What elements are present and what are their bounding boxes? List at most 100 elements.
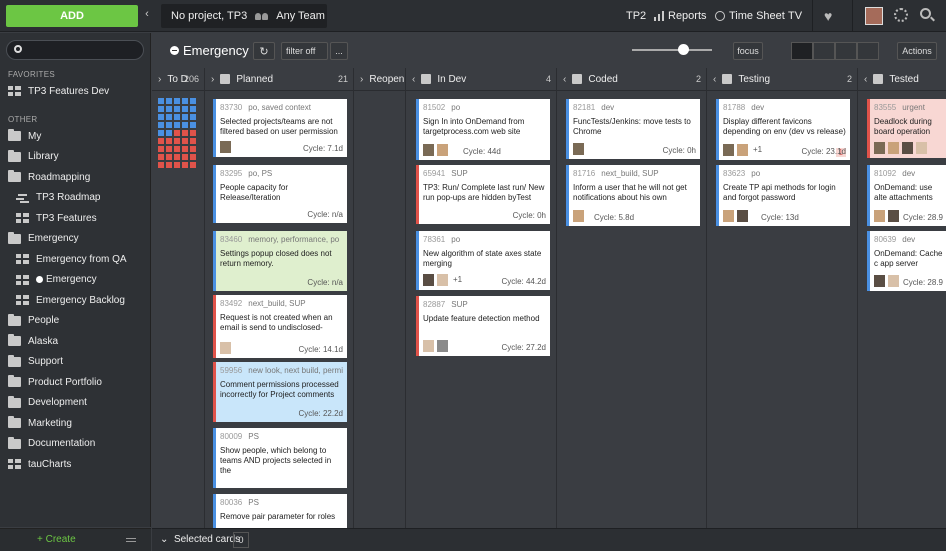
card-id: 80036: [220, 498, 243, 507]
folder-icon: [8, 129, 21, 141]
sidebar-item[interactable]: TP3 Features: [0, 208, 151, 228]
collapse-column-icon[interactable]: ›: [211, 74, 214, 85]
refresh-button[interactable]: ↻: [253, 42, 275, 60]
card-header: 83730 po, saved context: [220, 103, 344, 112]
column-header[interactable]: ‹ In Dev 4: [406, 68, 557, 91]
card[interactable]: 81788 dev Display different favicons depen…: [716, 99, 850, 160]
collapse-icon[interactable]: [126, 538, 136, 542]
column-header[interactable]: ‹ Coded 2: [557, 68, 707, 91]
collapse-column-icon[interactable]: ‹: [412, 74, 415, 85]
card[interactable]: 59956 new look, next build, permi Comment …: [213, 362, 347, 422]
details-view-button[interactable]: [835, 42, 857, 60]
sidebar-item[interactable]: My: [0, 126, 151, 146]
create-button[interactable]: + Create: [37, 534, 76, 545]
card-footer: Cycle: 44d: [423, 144, 546, 157]
card[interactable]: 83492 next_build, SUP Request is not creat…: [213, 295, 347, 358]
sidebar-item[interactable]: Emergency: [0, 270, 151, 290]
card[interactable]: 83295 po, PS People capacity for Release/I…: [213, 165, 347, 223]
sidebar-favorite-item[interactable]: TP3 Features Dev: [0, 81, 151, 101]
card[interactable]: 83623 po Create TP api methods for login a…: [716, 165, 850, 226]
focus-button[interactable]: focus: [733, 42, 763, 60]
heart-icon[interactable]: ♥: [824, 0, 832, 32]
column-select-checkbox[interactable]: [722, 74, 733, 84]
nav-reports[interactable]: Reports: [654, 0, 707, 32]
board-view-button[interactable]: [791, 42, 813, 60]
column-select-checkbox[interactable]: [572, 74, 583, 84]
sidebar-item[interactable]: Library: [0, 147, 151, 167]
card[interactable]: 83460 memory, performance, po Settings pop…: [213, 231, 347, 291]
filter-button[interactable]: filter off: [281, 42, 328, 60]
card[interactable]: 65941 SUP TP3: Run/ Complete last run/ New…: [416, 165, 550, 224]
column-header[interactable]: › Reopen: [354, 68, 406, 91]
card[interactable]: 78361 po New algorithm of state axes state…: [416, 231, 550, 290]
card[interactable]: 81716 next_build, SUP Inform a user that h…: [566, 165, 700, 226]
add-button[interactable]: ADD: [6, 5, 138, 27]
sidebar-item[interactable]: Roadmapping: [0, 167, 151, 187]
column-header[interactable]: ‹ Tested: [858, 68, 946, 91]
zoom-slider-handle[interactable]: [678, 44, 689, 55]
card-tags: urgent: [902, 103, 925, 112]
card-header: 65941 SUP: [423, 169, 547, 178]
filter-more-button[interactable]: ...: [330, 42, 348, 60]
folder-icon: [8, 149, 21, 162]
sidebar-item[interactable]: Product Portfolio: [0, 372, 151, 392]
list-view-button[interactable]: [813, 42, 835, 60]
card[interactable]: 82181 dev FuncTests/Jenkins: move tests to…: [566, 99, 700, 159]
nav-timesheet[interactable]: Time Sheet: [715, 0, 785, 32]
sidebar-item[interactable]: People: [0, 311, 151, 331]
column-count: 2: [695, 74, 701, 84]
sidebar-item[interactable]: Marketing: [0, 413, 151, 433]
collapse-sidebar-icon[interactable]: ‹: [141, 8, 153, 24]
collapse-column-icon[interactable]: ‹: [563, 74, 566, 85]
nav-tp2[interactable]: TP2: [626, 0, 646, 32]
column-select-checkbox[interactable]: [873, 74, 884, 84]
column-header[interactable]: ‹ Testing 2: [707, 68, 858, 91]
card[interactable]: 82887 SUP Update feature detection method C…: [416, 296, 550, 356]
sidebar-item[interactable]: Emergency from QA: [0, 249, 151, 269]
card-tags: next_build, SUP: [248, 299, 306, 308]
card-id: 83555: [874, 103, 897, 112]
sidebar-item[interactable]: Emergency Backlog: [0, 290, 151, 310]
sidebar-item[interactable]: Support: [0, 352, 151, 372]
card[interactable]: 83555 urgent Deadlock during board operati…: [867, 99, 946, 158]
column-select-checkbox[interactable]: [220, 74, 231, 84]
sidebar-item[interactable]: Emergency: [0, 229, 151, 249]
sidebar-item[interactable]: tauCharts: [0, 454, 151, 474]
search-icon[interactable]: [920, 8, 931, 19]
card-title: Inform a user that he will not get notif…: [573, 183, 687, 202]
todo-card-grid[interactable]: [158, 98, 196, 168]
card-title: New algorithm of state axes state mergin…: [423, 249, 542, 268]
card[interactable]: 80009 PS Show people, which belong to team…: [213, 428, 347, 488]
card-id: 83460: [220, 235, 243, 244]
nav-tv[interactable]: TV: [788, 0, 802, 32]
context-selector[interactable]: No project, TP3 Any Team: [161, 4, 327, 28]
card[interactable]: 80036 PS Remove pair parameter for roles: [213, 494, 347, 528]
collapse-column-icon[interactable]: ‹: [864, 74, 867, 85]
selected-cards-toggle[interactable]: ⌄ Selected cards: [160, 534, 240, 545]
column-count: 21: [337, 74, 348, 84]
actions-button[interactable]: Actions: [897, 42, 937, 60]
sidebar-item-label: Emergency from QA: [36, 253, 127, 265]
card[interactable]: 81092 dev OnDemand: use alte attachments Cy…: [867, 165, 946, 226]
board-icon: [16, 213, 29, 223]
collapse-column-icon[interactable]: ‹: [713, 74, 716, 85]
collapse-column-icon[interactable]: ›: [158, 74, 161, 85]
column-header[interactable]: › To D 206: [152, 68, 205, 91]
card[interactable]: 83730 po, saved context Selected projects/…: [213, 99, 347, 157]
zoom-slider[interactable]: [632, 49, 712, 51]
card-tags: next_build, SUP: [601, 169, 659, 178]
card[interactable]: 80639 dev OnDemand: Cache c app server Cycl…: [867, 231, 946, 291]
timeline-view-button[interactable]: [857, 42, 879, 60]
sidebar-item[interactable]: Development: [0, 393, 151, 413]
sidebar-item[interactable]: TP3 Roadmap: [0, 188, 151, 208]
column-select-checkbox[interactable]: [421, 74, 432, 84]
card[interactable]: 81502 po Sign In into OnDemand from target…: [416, 99, 550, 160]
sidebar-search-input[interactable]: [6, 40, 144, 60]
gear-icon[interactable]: [894, 8, 908, 22]
user-avatar[interactable]: [865, 7, 883, 25]
sidebar-item[interactable]: Documentation: [0, 434, 151, 454]
sidebar-item[interactable]: Alaska: [0, 331, 151, 351]
timesheet-label: Time Sheet: [729, 10, 785, 22]
collapse-column-icon[interactable]: ›: [360, 74, 363, 85]
column-header[interactable]: › Planned 21: [205, 68, 354, 91]
